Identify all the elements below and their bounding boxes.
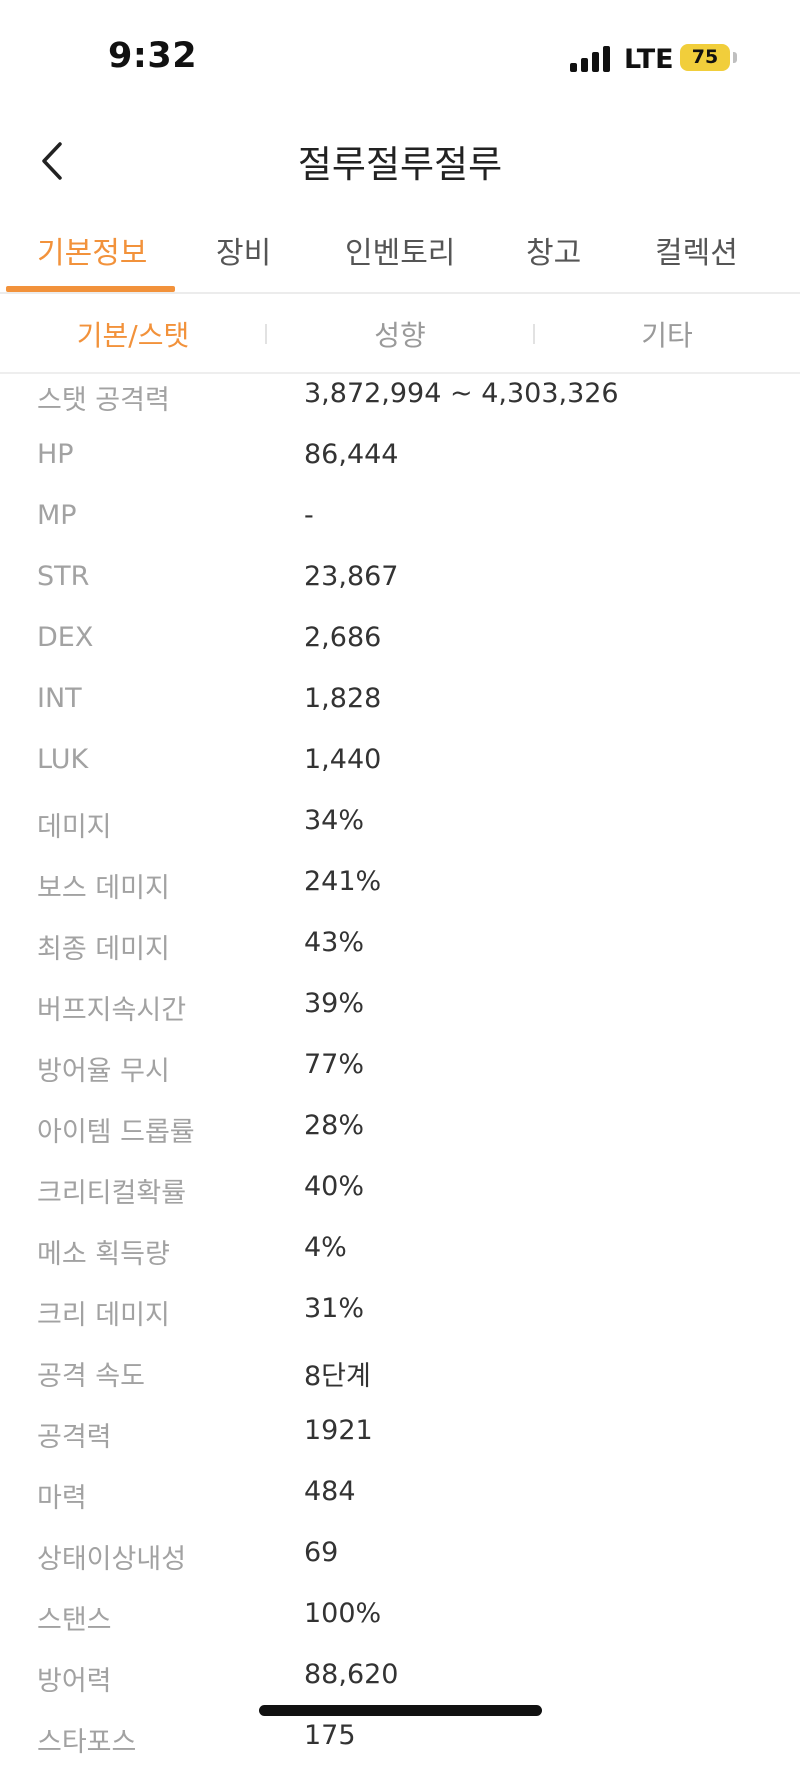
- stat-label: 아이템 드롭률: [37, 1117, 195, 1148]
- stat-label: 메소 획득량: [37, 1239, 170, 1270]
- stat-label: MP: [37, 500, 77, 531]
- stats-list: 스탯 공격력 3,872,994 ~ 4,303,326 HP 86,444 MP - ST…: [0, 366, 800, 1769]
- stat-row: 스탯 공격력 3,872,994 ~ 4,303,326: [0, 366, 800, 427]
- stat-label: 버프지속시간: [37, 995, 187, 1026]
- stat-value: 241%: [304, 866, 382, 897]
- stat-value: 40%: [304, 1171, 365, 1202]
- stat-value: 88,620: [304, 1659, 399, 1690]
- tab-storage[interactable]: 창고: [526, 228, 581, 272]
- stat-value: 1,828: [304, 683, 382, 714]
- stat-label: 최종 데미지: [37, 934, 170, 965]
- stat-label: DEX: [37, 622, 94, 653]
- stat-label: 크리 데미지: [37, 1300, 170, 1331]
- subtab-etc[interactable]: 기타: [534, 314, 800, 354]
- stat-row: INT 1,828: [0, 671, 800, 732]
- stat-label: 스탯 공격력: [37, 385, 170, 416]
- stat-value: 23,867: [304, 561, 399, 592]
- stat-value: 1,440: [304, 744, 382, 775]
- stat-label: 보스 데미지: [37, 873, 170, 904]
- stat-row: 메소 획득량 4%: [0, 1220, 800, 1281]
- stat-row: HP 86,444: [0, 427, 800, 488]
- stat-row: STR 23,867: [0, 549, 800, 610]
- stat-row: 크리 데미지 31%: [0, 1281, 800, 1342]
- tab-equipment[interactable]: 장비: [216, 228, 271, 272]
- stat-value: 8단계: [304, 1361, 371, 1392]
- subtab-basic-stats[interactable]: 기본/스탯: [0, 314, 266, 354]
- tab-basic-info[interactable]: 기본정보: [37, 228, 147, 272]
- stat-label: 상태이상내성: [37, 1544, 187, 1575]
- stat-value: 39%: [304, 988, 365, 1019]
- sub-tabs: 기본/스탯 성향 기타: [0, 294, 800, 374]
- stat-row: 보스 데미지 241%: [0, 854, 800, 915]
- network-type: LTE: [624, 44, 674, 75]
- signal-strength-icon: [570, 46, 612, 72]
- stat-row: 데미지 34%: [0, 793, 800, 854]
- stat-label: 데미지: [37, 812, 112, 843]
- status-time: 9:32: [108, 36, 198, 76]
- stat-value: 31%: [304, 1293, 365, 1324]
- stat-value: 3,872,994 ~ 4,303,326: [304, 378, 619, 409]
- stat-row: 스탠스 100%: [0, 1586, 800, 1647]
- stat-row: 스타포스 175: [0, 1708, 800, 1769]
- stat-value: 2,686: [304, 622, 382, 653]
- stat-label: 스타포스: [37, 1727, 137, 1758]
- stat-row: MP -: [0, 488, 800, 549]
- home-indicator: [259, 1705, 542, 1716]
- stat-label: 마력: [37, 1483, 87, 1514]
- stat-value: -: [304, 500, 314, 531]
- subtab-tendency[interactable]: 성향: [267, 314, 533, 354]
- main-tabs: 기본정보 장비 인벤토리 창고 컬렉션: [0, 210, 800, 294]
- nav-header: 절루절루절루: [0, 110, 800, 210]
- stat-label: 방어율 무시: [37, 1056, 170, 1087]
- stat-row: 공격 속도 8단계: [0, 1342, 800, 1403]
- stat-value: 86,444: [304, 439, 399, 470]
- stat-label: 방어력: [37, 1666, 112, 1697]
- stat-row: 방어력 88,620: [0, 1647, 800, 1708]
- stat-row: DEX 2,686: [0, 610, 800, 671]
- stat-value: 175: [304, 1720, 356, 1751]
- stat-row: 상태이상내성 69: [0, 1525, 800, 1586]
- stat-row: 공격력 1921: [0, 1403, 800, 1464]
- stat-value: 77%: [304, 1049, 365, 1080]
- stat-row: 크리티컬확률 40%: [0, 1159, 800, 1220]
- battery-level: 75: [691, 46, 719, 68]
- stat-row: 마력 484: [0, 1464, 800, 1525]
- stat-row: 버프지속시간 39%: [0, 976, 800, 1037]
- stat-value: 34%: [304, 805, 365, 836]
- stat-value: 100%: [304, 1598, 382, 1629]
- battery-cap: [733, 52, 737, 63]
- stat-label: 크리티컬확률: [37, 1178, 187, 1209]
- stat-row: 아이템 드롭률 28%: [0, 1098, 800, 1159]
- stat-value: 484: [304, 1476, 356, 1507]
- tab-collection[interactable]: 컬렉션: [655, 228, 738, 272]
- active-tab-indicator: [6, 286, 175, 292]
- stat-value: 4%: [304, 1232, 347, 1263]
- stat-value: 1921: [304, 1415, 373, 1446]
- page-title: 절루절루절루: [297, 143, 503, 186]
- stat-value: 28%: [304, 1110, 365, 1141]
- status-bar: 9:32 LTE 75: [0, 0, 800, 110]
- stat-row: LUK 1,440: [0, 732, 800, 793]
- stat-value: 43%: [304, 927, 365, 958]
- stat-label: 공격력: [37, 1422, 112, 1453]
- stat-label: 공격 속도: [37, 1361, 145, 1392]
- stat-label: STR: [37, 561, 90, 592]
- stat-label: LUK: [37, 744, 89, 775]
- stat-value: 69: [304, 1537, 339, 1568]
- tab-inventory[interactable]: 인벤토리: [345, 228, 455, 272]
- stat-label: 스탠스: [37, 1605, 112, 1636]
- stat-label: INT: [37, 683, 82, 714]
- battery-icon: 75: [680, 44, 730, 71]
- stat-row: 방어율 무시 77%: [0, 1037, 800, 1098]
- stat-row: 최종 데미지 43%: [0, 915, 800, 976]
- stat-label: HP: [37, 439, 74, 470]
